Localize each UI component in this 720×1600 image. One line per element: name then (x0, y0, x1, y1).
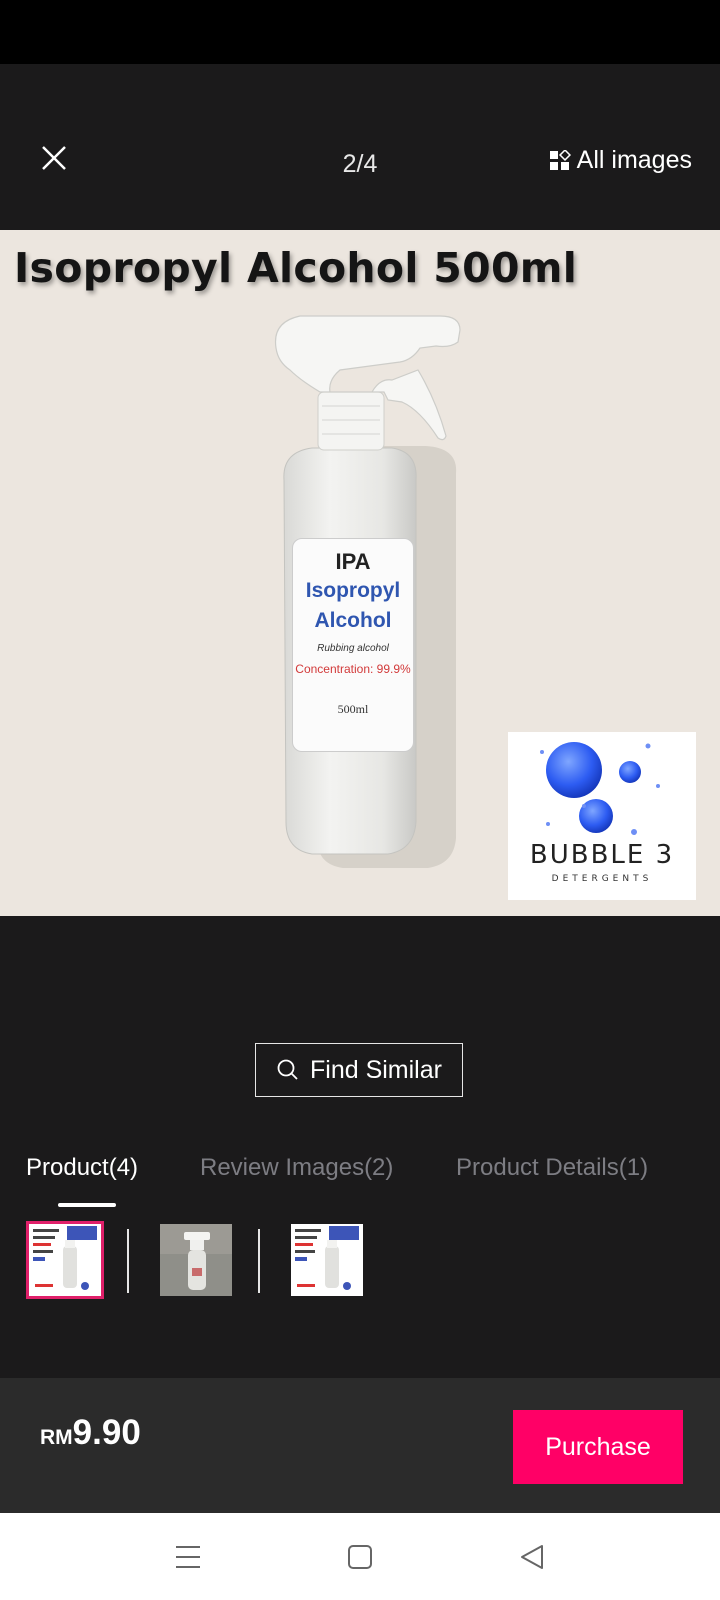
all-images-button[interactable]: All images (549, 146, 692, 175)
label-ipa: IPA (335, 549, 371, 574)
search-icon (277, 1059, 298, 1080)
image-headline: Isopropyl Alcohol 500ml (14, 244, 578, 292)
brand-name: BUBBLE 3 (529, 840, 675, 870)
thumbnail-divider (258, 1229, 260, 1293)
label-concentration: Concentration: 99.9% (295, 662, 411, 676)
back-triangle-icon (521, 1545, 543, 1569)
bubbles-icon (540, 742, 660, 835)
status-bar (0, 0, 720, 64)
brand-subtitle: DETERGENTS (551, 874, 653, 884)
image-category-tabs: Product(4) Review Images(2) Product Deta… (0, 1154, 720, 1194)
all-images-label: All images (576, 146, 692, 174)
back-button[interactable] (512, 1537, 552, 1577)
find-similar-button[interactable]: Find Similar (255, 1043, 463, 1097)
home-button[interactable] (340, 1537, 380, 1577)
tab-product[interactable]: Product(4) (26, 1154, 138, 1182)
thumbnail-image (160, 1224, 232, 1296)
recent-apps-button[interactable] (168, 1537, 208, 1577)
menu-icon (176, 1546, 200, 1568)
thumbnail-divider (127, 1229, 129, 1293)
home-square-icon (348, 1545, 372, 1569)
thumbnail-1[interactable] (26, 1221, 104, 1299)
bottle-label: IPA Isopropyl Alcohol Rubbing alcohol Co… (292, 538, 414, 752)
purchase-button[interactable]: Purchase (513, 1410, 683, 1484)
label-alcohol: Alcohol (314, 609, 392, 632)
tab-product-details[interactable]: Product Details(1) (456, 1154, 648, 1182)
thumbnail-image (291, 1224, 363, 1296)
product-image[interactable]: Isopropyl Alcohol 500ml IPA Isopropyl Al… (0, 230, 720, 916)
label-volume: 500ml (337, 702, 369, 716)
price: RM9.90 (40, 1413, 141, 1453)
thumbnail-2[interactable] (160, 1224, 232, 1296)
thumbnail-3[interactable] (291, 1224, 363, 1296)
label-subtitle: Rubbing alcohol (317, 643, 389, 654)
find-similar-label: Find Similar (310, 1055, 442, 1084)
label-isopropyl: Isopropyl (305, 579, 401, 602)
price-currency: RM (40, 1426, 73, 1449)
thumbnail-image (29, 1224, 101, 1296)
grid-icon (549, 149, 571, 170)
active-tab-indicator (58, 1203, 116, 1207)
price-amount: 9.90 (72, 1413, 141, 1452)
brand-logo: BUBBLE 3 DETERGENTS (508, 732, 696, 900)
tab-review-images[interactable]: Review Images(2) (200, 1154, 393, 1182)
